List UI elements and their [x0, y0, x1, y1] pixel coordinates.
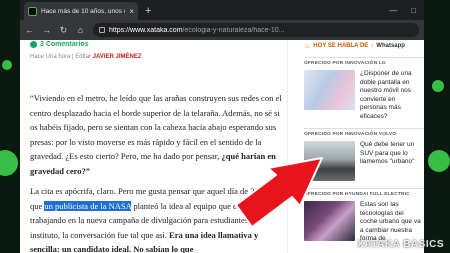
comment-bubble-icon: [30, 41, 37, 48]
backdrop-splash: [432, 80, 444, 92]
url-field[interactable]: https://www.xataka.com/ecologia-y-natura…: [93, 23, 419, 37]
tab-strip: Hace más de 10 años, unos cole × + — □: [20, 0, 424, 20]
dual-screen-phone-thumbnail[interactable]: [304, 70, 355, 110]
promo-item[interactable]: Estas son las tecnologías del coche urba…: [304, 201, 424, 244]
backdrop-splash: [0, 150, 18, 176]
hyundai-car-thumbnail[interactable]: [304, 201, 355, 241]
new-tab-icon[interactable]: +: [145, 5, 151, 17]
browser-tab[interactable]: Hace más de 10 años, unos cole ×: [24, 2, 138, 20]
author-link[interactable]: JAVIER JIMÉNEZ: [93, 54, 142, 60]
reload-icon[interactable]: ↻: [59, 25, 68, 36]
article-byline: Hace Una hora | Editar JAVIER JIMÉNEZ: [30, 54, 284, 60]
address-bar: ← → ↻ ⌂ https://www.xataka.com/ecologia-…: [20, 20, 424, 40]
lock-icon: [99, 27, 105, 33]
sponsored-block-hyundai: OFRECIDO POR HYUNDAI FULL ELECTRIC Estas…: [304, 188, 424, 244]
promo-title[interactable]: ¿Disponer de una doble pantalla en nuest…: [360, 70, 422, 121]
url-text: https://www.xataka.com/ecologia-y-natura…: [109, 27, 284, 34]
promo-item[interactable]: Qué debe tener un SUV para que lo llamem…: [304, 141, 424, 181]
close-tab-icon[interactable]: ×: [129, 7, 134, 16]
sidebar: ♨ HOY SE HABLA DE › Whatsapp OFRECIDO PO…: [304, 40, 424, 244]
home-icon[interactable]: ⌂: [76, 25, 85, 35]
sponsor-label: OFRECIDO POR INNOVACIÓN LG: [304, 61, 386, 66]
article-paragraph: “Viviendo en el metro, he leído que las …: [30, 91, 282, 178]
column-divider: [287, 40, 288, 253]
xataka-favicon-icon: [28, 6, 37, 16]
article-paragraph: La cita es apócrifa, claro. Pero me gust…: [30, 184, 282, 253]
forward-arrow-icon[interactable]: →: [42, 25, 51, 35]
url-host: https://www.xataka.com: [109, 26, 183, 34]
url-path: /ecologia-y-naturaleza/hace-10...: [182, 26, 285, 34]
promo-title[interactable]: Qué debe tener un SUV para que lo llamem…: [360, 141, 422, 181]
backdrop-splash: [428, 150, 450, 172]
sponsor-label: OFRECIDO POR HYUNDAI FULL ELECTRIC: [304, 192, 410, 197]
back-arrow-icon[interactable]: ←: [25, 25, 34, 35]
web-page: 3 Comentarios Hace Una hora | Editar JAV…: [20, 40, 424, 253]
browser-window: Hace más de 10 años, unos cole × + — □ ←…: [20, 0, 424, 253]
suv-car-thumbnail[interactable]: [304, 141, 355, 181]
tab-title: Hace más de 10 años, unos cole: [41, 7, 125, 15]
watermark: XATAKA BASICS: [357, 239, 444, 250]
sponsored-block-lg: OFRECIDO POR INNOVACIÓN LG ¿Disponer de …: [304, 57, 424, 121]
fire-icon: ♨: [304, 43, 311, 50]
maximize-icon[interactable]: □: [411, 6, 416, 15]
window-controls: — □: [389, 6, 424, 15]
minimize-icon[interactable]: —: [389, 6, 397, 15]
sponsored-block-volvo: OFRECIDO POR INNOVACIÓN VOLVO Qué debe t…: [304, 128, 424, 181]
byline-prefix: Hace Una hora | Editar: [30, 54, 91, 60]
article-column: 3 Comentarios Hace Una hora | Editar JAV…: [20, 40, 284, 253]
backdrop-splash: [2, 60, 12, 70]
comments-label: 3 Comentarios: [40, 41, 89, 48]
comments-link[interactable]: 3 Comentarios: [30, 41, 284, 48]
chevron-right-icon: ›: [371, 43, 374, 49]
trending-topic-link[interactable]: Whatsapp: [376, 43, 405, 49]
trending-label: HOY SE HABLA DE: [313, 43, 369, 49]
article-body: “Viviendo en el metro, he leído que las …: [30, 91, 282, 253]
selected-text[interactable]: un publicista de la NASA: [44, 200, 132, 211]
trending-bar: ♨ HOY SE HABLA DE › Whatsapp: [304, 42, 424, 50]
promo-title[interactable]: Estas son las tecnologías del coche urba…: [360, 201, 422, 244]
promo-item[interactable]: ¿Disponer de una doble pantalla en nuest…: [304, 70, 424, 121]
sponsor-label: OFRECIDO POR INNOVACIÓN VOLVO: [304, 132, 397, 137]
